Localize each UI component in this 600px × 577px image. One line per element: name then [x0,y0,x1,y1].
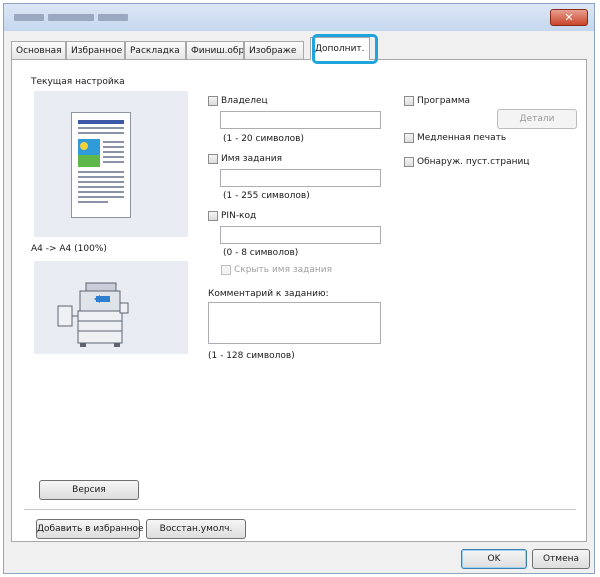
owner-hint: (1 - 20 символов) [223,134,304,144]
tab-layout[interactable]: Раскладка [125,41,186,59]
slow-print-option[interactable]: Медленная печать [404,133,506,143]
program-checkbox[interactable] [404,96,414,106]
comment-field[interactable] [208,302,381,344]
tab-finishing[interactable]: Финиш.обр. [186,41,244,59]
close-button[interactable]: ✕ [550,9,588,26]
slow-print-checkbox[interactable] [404,133,414,143]
advanced-panel: Текущая настройка A4 -> A4 (100%) Владел… [11,59,587,542]
job-name-hint: (1 - 255 символов) [223,191,310,201]
blank-page-checkbox[interactable] [404,157,414,167]
pin-option[interactable]: PIN-код [208,211,256,221]
printer-icon [57,282,129,347]
printer-preview [34,261,188,354]
blank-page-label: Обнаруж. пуст.страниц [417,157,530,167]
page-thumbnail [71,112,131,218]
panel-divider [24,509,576,510]
owner-option[interactable]: Владелец [208,96,268,106]
job-name-checkbox[interactable] [208,154,218,164]
hide-job-checkbox[interactable] [221,265,231,275]
slow-print-label: Медленная печать [417,133,507,143]
hide-job-option[interactable]: Скрыть имя задания [221,265,332,275]
ok-button[interactable]: OK [461,549,527,569]
pin-hint: (0 - 8 символов) [223,248,299,258]
document-preview-icon [78,120,124,203]
tab-basic[interactable]: Основная [11,41,66,59]
page-preview [34,91,188,237]
program-option[interactable]: Программа [404,96,470,106]
add-to-favorites-button[interactable]: Добавить в избранное [36,519,144,539]
version-button[interactable]: Версия [39,480,139,500]
blank-page-option[interactable]: Обнаруж. пуст.страниц [404,157,529,167]
hide-job-label: Скрыть имя задания [234,265,333,275]
window-title-blurred [14,14,128,21]
pin-field[interactable] [220,226,381,244]
owner-field[interactable] [220,111,381,129]
details-button[interactable]: Детали [497,109,577,129]
comment-hint: (1 - 128 символов) [208,351,295,361]
comment-label: Комментарий к заданию: [208,289,329,299]
cancel-button[interactable]: Отмена [532,549,590,569]
restore-defaults-button[interactable]: Восстан.умолч. [146,519,246,539]
title-bar: ✕ [4,4,594,31]
paper-size-text: A4 -> A4 (100%) [31,244,107,254]
current-setting-label: Текущая настройка [31,77,125,87]
pin-label: PIN-код [221,211,257,221]
dialog-window: ✕ Основная Избранное Раскладка Финиш.обр… [3,3,595,574]
program-label: Программа [417,96,471,106]
pin-checkbox[interactable] [208,211,218,221]
job-name-field[interactable] [220,169,381,187]
owner-checkbox[interactable] [208,96,218,106]
tab-image[interactable]: Изображе [244,41,304,59]
job-name-label: Имя задания [221,154,282,164]
active-tab-highlight [312,34,378,64]
owner-label: Владелец [221,96,268,106]
tab-favorites[interactable]: Избранное [66,41,125,59]
job-name-option[interactable]: Имя задания [208,154,282,164]
